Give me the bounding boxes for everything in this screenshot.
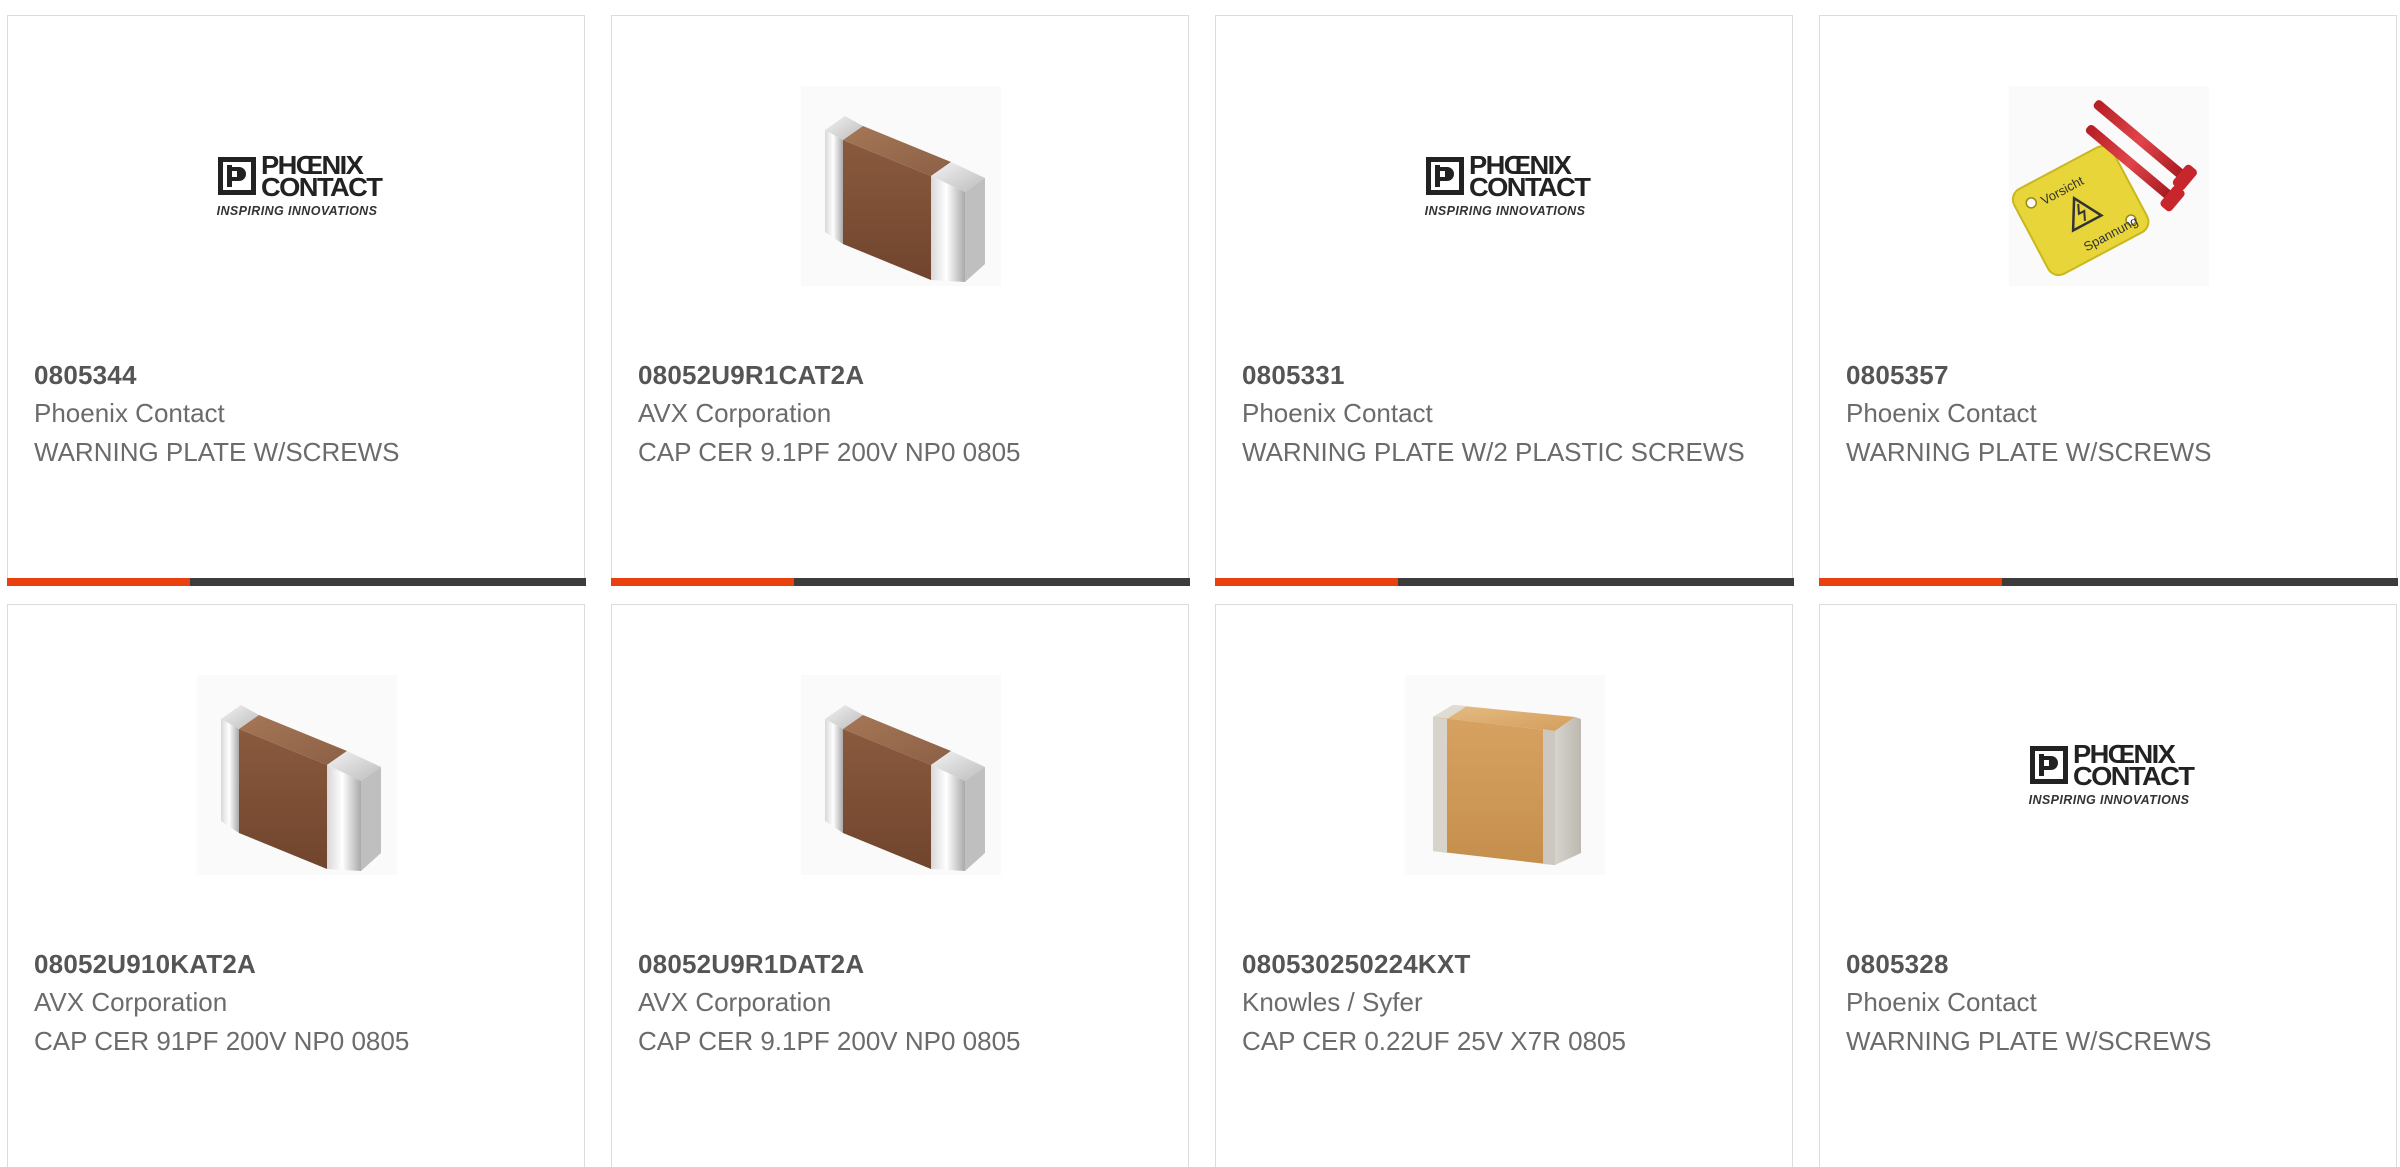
card-footer-bar (1214, 577, 1794, 586)
logo-tagline: INSPIRING INNOVATIONS (216, 204, 378, 218)
description: CAP CER 9.1PF 200V NP0 0805 (638, 1026, 1021, 1056)
card-footer-bar (1818, 577, 2398, 586)
description: CAP CER 9.1PF 200V NP0 0805 (638, 437, 1021, 467)
card-footer-accent (610, 577, 794, 586)
product-grid: PHŒNIX CONTACT INSPIRING INNOVATIONS 080… (0, 0, 2400, 1167)
card-footer-accent (1214, 577, 1398, 586)
brown-capacitor-image (825, 116, 985, 282)
manufacturer: Phoenix Contact (1846, 398, 2037, 428)
product-card[interactable]: PHŒNIX CONTACT INSPIRING INNOVATIONS 080… (1819, 604, 2397, 1167)
phoenix-mark-icon (217, 157, 256, 195)
product-image[interactable]: PHŒNIX CONTACT INSPIRING INNOVATIONS (197, 86, 397, 286)
part-number[interactable]: 08052U910KAT2A (34, 949, 256, 980)
product-image[interactable]: PHŒNIX CONTACT INSPIRING INNOVATIONS (1405, 86, 1605, 286)
manufacturer: Phoenix Contact (34, 398, 225, 428)
phoenix-mark-icon (1425, 157, 1464, 195)
product-image[interactable] (1405, 675, 1605, 875)
description: WARNING PLATE W/SCREWS (34, 437, 400, 467)
manufacturer: AVX Corporation (638, 987, 832, 1017)
warning-plate-image: Vorsicht Spannung (2011, 100, 2197, 277)
manufacturer: Phoenix Contact (1846, 987, 2037, 1017)
description: CAP CER 0.22UF 25V X7R 0805 (1242, 1026, 1626, 1056)
part-number[interactable]: 080530250224KXT (1242, 949, 1471, 980)
manufacturer: AVX Corporation (34, 987, 228, 1017)
part-number[interactable]: 0805328 (1846, 949, 1949, 980)
logo-tagline: INSPIRING INNOVATIONS (1424, 204, 1586, 218)
part-number[interactable]: 0805344 (34, 360, 137, 391)
manufacturer: Phoenix Contact (1242, 398, 1433, 428)
tan-capacitor-image (1433, 705, 1581, 865)
product-image[interactable]: Vorsicht Spannung (2009, 86, 2209, 286)
product-card[interactable]: PHŒNIX CONTACT INSPIRING INNOVATIONS 080… (1214, 15, 1794, 586)
card-footer-bar (6, 577, 586, 586)
logo-tagline: INSPIRING INNOVATIONS (2028, 793, 2190, 807)
logo-line-2: CONTACT (260, 172, 383, 202)
part-number[interactable]: 08052U9R1CAT2A (638, 360, 864, 391)
logo-line-2: CONTACT (1468, 172, 1591, 202)
product-image[interactable]: PHŒNIX CONTACT INSPIRING INNOVATIONS (2009, 675, 2209, 875)
card-footer-accent (6, 577, 190, 586)
manufacturer: AVX Corporation (638, 398, 832, 428)
description: WARNING PLATE W/SCREWS (1846, 1026, 2212, 1056)
phoenix-contact-logo: PHŒNIX CONTACT INSPIRING INNOVATIONS (216, 152, 383, 218)
product-image[interactable] (197, 675, 397, 875)
brown-capacitor-image (221, 705, 381, 871)
card-footer-accent (1818, 577, 2002, 586)
product-card[interactable]: 08052U9R1DAT2A AVX Corporation CAP CER 9… (611, 604, 1189, 1167)
description: WARNING PLATE W/SCREWS (1846, 437, 2212, 467)
phoenix-contact-logo: PHŒNIX CONTACT INSPIRING INNOVATIONS (2028, 741, 2195, 807)
product-card[interactable]: 08052U9R1CAT2A AVX Corporation CAP CER 9… (610, 15, 1190, 586)
product-card[interactable]: 080530250224KXT Knowles / Syfer CAP CER … (1215, 604, 1793, 1167)
logo-line-2: CONTACT (2072, 761, 2195, 791)
manufacturer: Knowles / Syfer (1242, 987, 1423, 1017)
product-image[interactable] (801, 86, 1001, 286)
product-card[interactable]: 08052U910KAT2A AVX Corporation CAP CER 9… (7, 604, 585, 1167)
description: WARNING PLATE W/2 PLASTIC SCREWS (1242, 437, 1745, 467)
phoenix-mark-icon (2029, 746, 2068, 784)
brown-capacitor-image (825, 705, 985, 871)
part-number[interactable]: 0805331 (1242, 360, 1345, 391)
product-card[interactable]: PHŒNIX CONTACT INSPIRING INNOVATIONS 080… (6, 15, 586, 586)
phoenix-contact-logo: PHŒNIX CONTACT INSPIRING INNOVATIONS (1424, 152, 1591, 218)
description: CAP CER 91PF 200V NP0 0805 (34, 1026, 410, 1056)
part-number[interactable]: 0805357 (1846, 360, 1949, 391)
product-image[interactable] (801, 675, 1001, 875)
card-footer-bar (610, 577, 1190, 586)
part-number[interactable]: 08052U9R1DAT2A (638, 949, 864, 980)
product-card[interactable]: Vorsicht Spannung 0805357 Phoenix Contac… (1818, 15, 2398, 586)
